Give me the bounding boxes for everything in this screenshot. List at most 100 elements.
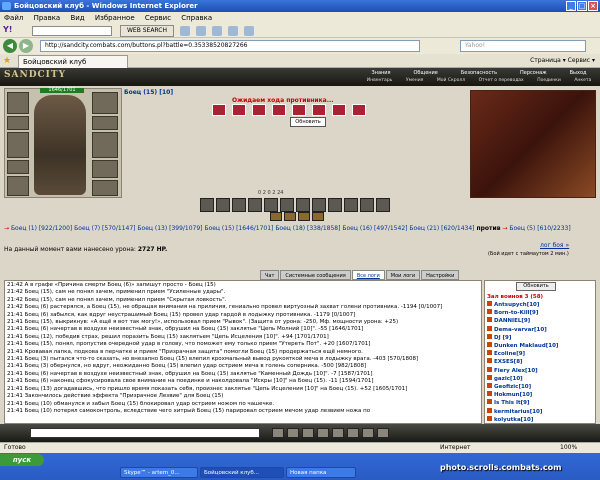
participant[interactable]: Боец (1) [922/1200] xyxy=(11,225,72,232)
player-item-name[interactable]: Antsupych[10] xyxy=(494,302,539,308)
equip-slot[interactable] xyxy=(7,132,29,158)
participant[interactable]: Боец (7) [570/1147] xyxy=(74,225,135,232)
menu-help[interactable]: Справка xyxy=(181,14,212,22)
equip-slot[interactable] xyxy=(7,92,29,114)
player-item-name[interactable]: Ecoline[9] xyxy=(494,351,525,357)
player-item[interactable]: DANNIEL[9] xyxy=(487,317,587,325)
skill-icon[interactable] xyxy=(232,198,246,212)
participant[interactable]: Боец (15) [1646/1701] xyxy=(204,225,273,232)
panel-refresh-button[interactable]: Обновить xyxy=(516,282,556,291)
refresh-button[interactable]: Обновить xyxy=(290,117,326,127)
attack-zone[interactable] xyxy=(252,104,266,116)
effect-icon[interactable] xyxy=(312,212,324,221)
maximize-icon[interactable]: □ xyxy=(577,1,587,11)
sound-icon[interactable] xyxy=(317,428,329,438)
mail-icon[interactable] xyxy=(180,26,190,36)
player-item[interactable]: Fiery Alex[10] xyxy=(487,366,587,375)
equip-slot[interactable] xyxy=(92,132,118,158)
smile-icon[interactable] xyxy=(272,428,284,438)
yahoo-logo[interactable]: Y! xyxy=(3,25,12,34)
subnav-inventory[interactable]: Инвентарь xyxy=(367,78,393,85)
attack-zone[interactable] xyxy=(232,104,246,116)
tab-settings[interactable]: Настройки xyxy=(421,270,460,280)
news-icon[interactable] xyxy=(196,26,206,36)
effect-icon[interactable] xyxy=(298,212,310,221)
player-item[interactable]: EXSES[8] xyxy=(487,358,587,366)
menu-tools[interactable]: Сервис xyxy=(145,14,171,22)
player-item-name[interactable]: Fiery Alex[10] xyxy=(494,368,538,374)
taskbar-item[interactable]: Новая папка xyxy=(286,467,356,478)
menu-edit[interactable]: Правка xyxy=(34,14,61,22)
skill-icon[interactable] xyxy=(344,198,358,212)
nav-exit[interactable]: Выход xyxy=(570,70,587,77)
subnav-battles[interactable]: Поединки xyxy=(537,78,561,85)
tab-chat[interactable]: Чат xyxy=(260,270,280,280)
player-item-name[interactable]: Is This It[9] xyxy=(494,400,530,406)
player-item-name[interactable]: DANNIEL[9] xyxy=(494,318,530,324)
player-item-name[interactable]: Hokmun[10] xyxy=(494,392,532,398)
skill-icon[interactable] xyxy=(328,198,342,212)
player-item[interactable]: Dema-varvar[10] xyxy=(487,325,587,334)
attack-zone[interactable] xyxy=(352,104,366,116)
forward-icon[interactable]: ▶ xyxy=(19,39,33,53)
subnav-profile[interactable]: Анкета xyxy=(574,78,591,85)
game-logo[interactable]: SANDCITY xyxy=(4,70,66,80)
send-icon[interactable] xyxy=(347,428,359,438)
music-icon[interactable] xyxy=(228,26,238,36)
participant[interactable]: Боец (13) [399/1079] xyxy=(137,225,202,232)
player-name[interactable]: Боец (15) [10] xyxy=(124,89,173,96)
opponent-name[interactable]: Боец xyxy=(509,225,525,232)
skill-icon[interactable] xyxy=(360,198,374,212)
close-icon[interactable]: × xyxy=(588,1,598,11)
skill-icon[interactable] xyxy=(216,198,230,212)
tab-my-logs[interactable]: Мои логи xyxy=(385,270,421,280)
skill-icon[interactable] xyxy=(376,198,390,212)
translit-icon[interactable] xyxy=(332,428,344,438)
toolbar-search-input[interactable] xyxy=(32,26,112,36)
attack-zone[interactable] xyxy=(272,104,286,116)
attack-zone[interactable] xyxy=(292,104,306,116)
skill-icon[interactable] xyxy=(200,198,214,212)
battle-log-link[interactable]: лог боя » xyxy=(540,242,569,249)
nav-security[interactable]: Безопасность xyxy=(461,70,497,77)
menu-view[interactable]: Вид xyxy=(70,14,84,22)
address-input[interactable]: http://sandcity.combats.com/buttons.pl?b… xyxy=(40,40,420,52)
skill-icon[interactable] xyxy=(264,198,278,212)
filter-icon[interactable] xyxy=(302,428,314,438)
taskbar-item[interactable]: Бойцовский клуб... xyxy=(200,467,284,478)
player-item[interactable]: kolyutka[10] xyxy=(487,415,587,423)
skill-icon[interactable] xyxy=(248,198,262,212)
player-item[interactable]: Geofizic[10] xyxy=(487,383,587,391)
nav-knowledge[interactable]: Знания xyxy=(371,70,390,77)
tab-tools[interactable]: Страница ▾ Сервис ▾ xyxy=(490,56,595,66)
help-icon[interactable] xyxy=(377,428,389,438)
taskbar-item[interactable]: Skype™ - artem_0... xyxy=(120,467,198,478)
player-item-name[interactable]: EXSES[8] xyxy=(494,359,523,365)
player-item-name[interactable]: Dunken Maklaud[10] xyxy=(494,343,558,349)
player-item-name[interactable]: Born-to-Kill[9] xyxy=(494,310,538,316)
effect-icon[interactable] xyxy=(284,212,296,221)
websearch-button[interactable]: WEB SEARCH xyxy=(120,25,174,37)
effect-icon[interactable] xyxy=(270,212,282,221)
player-item-name[interactable]: kermitarius[10] xyxy=(494,409,542,415)
equip-slot[interactable] xyxy=(7,116,29,130)
menu-favorites[interactable]: Избранное xyxy=(95,14,135,22)
player-item[interactable]: Hokmun[10] xyxy=(487,391,587,399)
minimize-icon[interactable]: _ xyxy=(566,1,576,11)
equip-slot[interactable] xyxy=(92,116,118,130)
attack-zone[interactable] xyxy=(212,104,226,116)
chat-input[interactable] xyxy=(30,428,260,438)
favorites-star-icon[interactable]: ★ xyxy=(3,56,13,66)
player-item[interactable]: Ecoline[9] xyxy=(487,350,587,358)
player-item[interactable]: DJ [9] xyxy=(487,333,587,342)
player-item[interactable]: Is This It[9] xyxy=(487,399,587,407)
browser-tab[interactable]: Бойцовский клуб xyxy=(18,55,128,68)
participant[interactable]: Боец (18) [338/1858] xyxy=(275,225,340,232)
skill-icon[interactable] xyxy=(280,198,294,212)
player-item-name[interactable]: gazic[10] xyxy=(494,376,523,382)
nav-character[interactable]: Персонаж xyxy=(520,70,547,77)
subnav-transfers[interactable]: Отчет о переводах xyxy=(479,78,524,85)
skill-icon[interactable] xyxy=(312,198,326,212)
search-input[interactable]: Yahoo! xyxy=(460,40,586,52)
player-item-name[interactable]: kolyutka[10] xyxy=(494,417,533,423)
